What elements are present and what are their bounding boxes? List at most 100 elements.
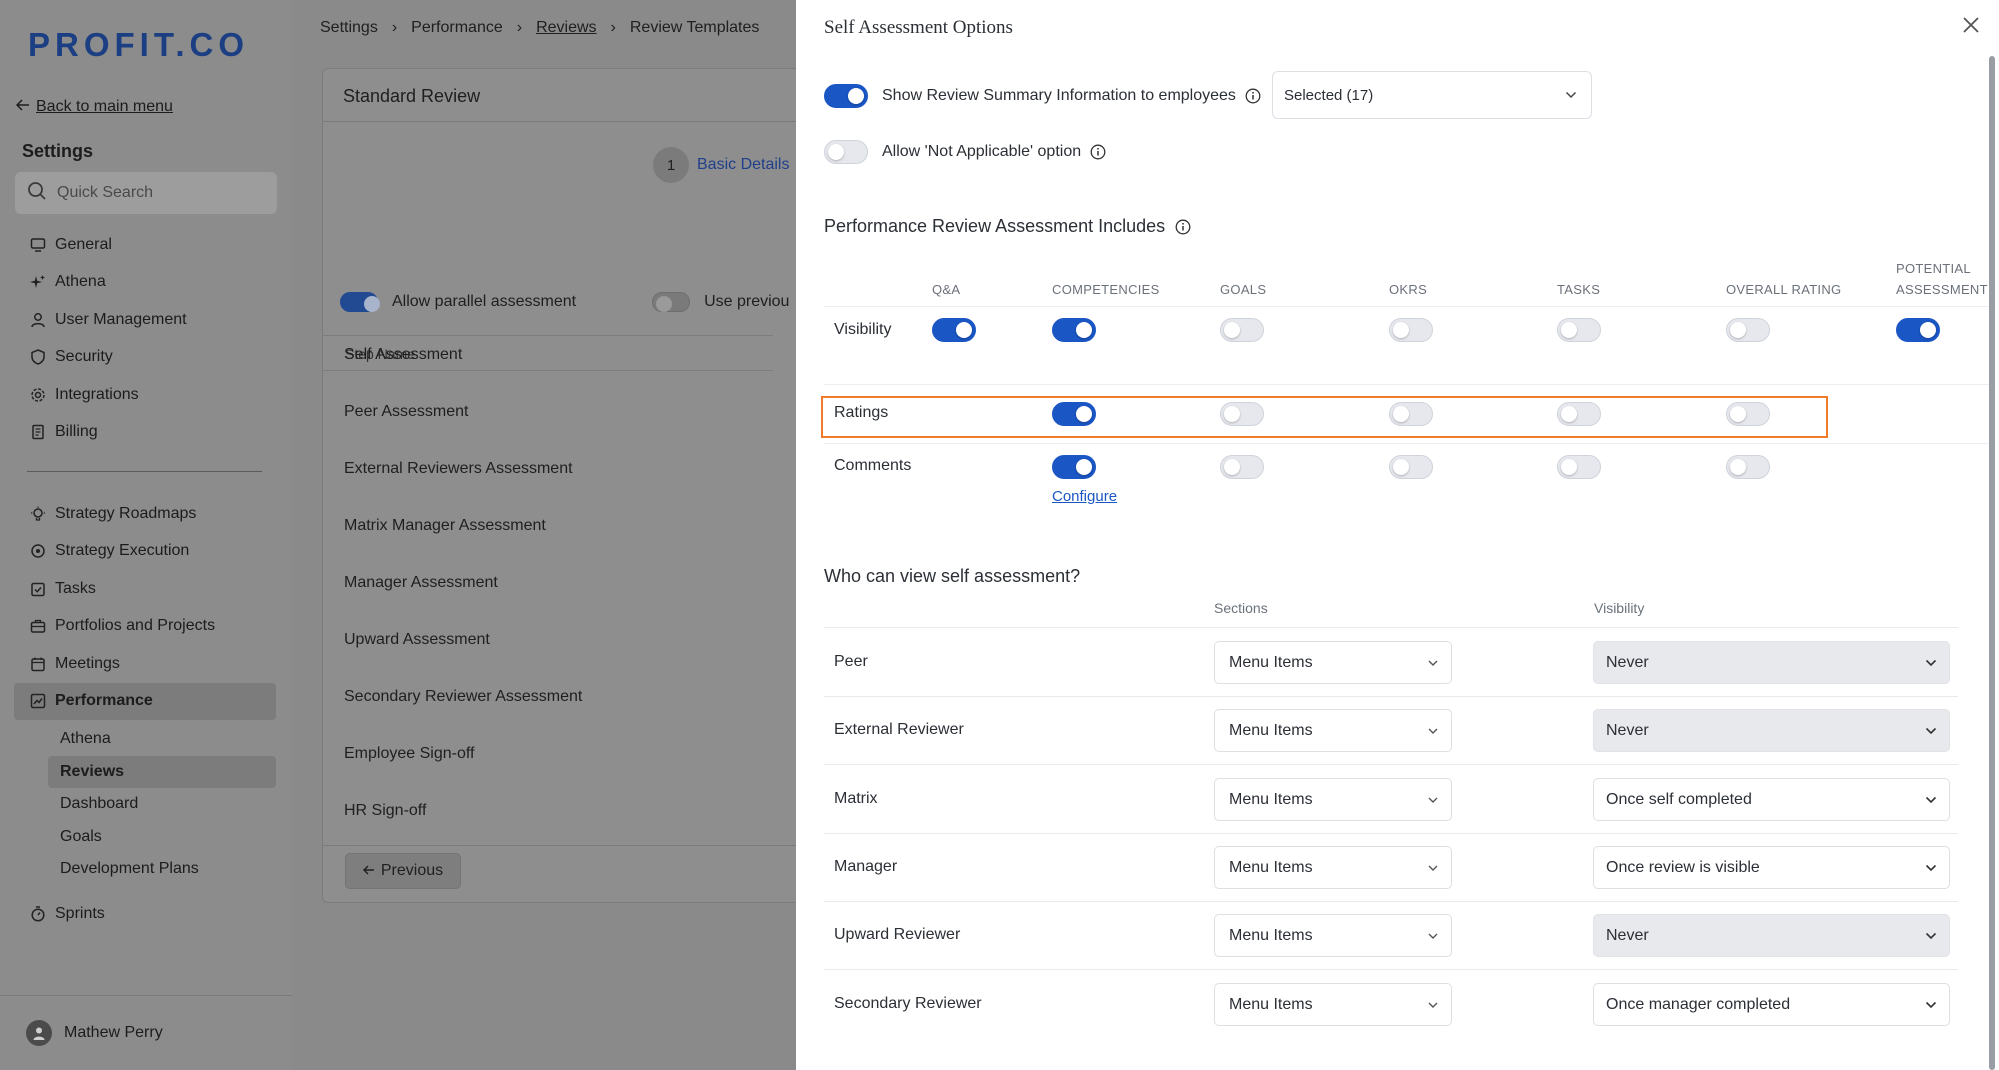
manager-visibility-dropdown[interactable]: Once review is visible <box>1593 846 1950 889</box>
dropdown-value: Once review is visible <box>1606 858 1760 876</box>
ratings-okrs-toggle[interactable] <box>1389 402 1433 426</box>
quick-search-input[interactable] <box>57 184 257 202</box>
comments-okrs-toggle[interactable] <box>1389 455 1433 479</box>
sidebar-item-performance[interactable]: Performance <box>14 682 276 720</box>
close-button[interactable] <box>1958 14 1984 40</box>
comments-tasks-toggle[interactable] <box>1557 455 1601 479</box>
previous-button[interactable]: Previous <box>345 853 461 889</box>
ratings-competencies-toggle[interactable] <box>1052 402 1096 426</box>
sidebar-item-label: Tasks <box>55 579 96 597</box>
manager-sections-dropdown[interactable]: Menu Items <box>1214 846 1452 889</box>
sidebar-item-sprints[interactable]: Sprints <box>14 896 276 934</box>
ratings-tasks-toggle[interactable] <box>1557 402 1601 426</box>
show-summary-toggle[interactable] <box>824 84 868 108</box>
breadcrumb-reviews[interactable]: Reviews <box>536 19 596 37</box>
matrix-visibility-dropdown[interactable]: Once self completed <box>1593 778 1950 821</box>
visibility-potential-assessment-toggle[interactable] <box>1896 318 1940 342</box>
visibility-goals-toggle[interactable] <box>1220 318 1264 342</box>
visibility-okrs-toggle[interactable] <box>1389 318 1433 342</box>
list-item[interactable]: Secondary Reviewer Assessment <box>344 668 582 725</box>
visibility-overall-rating-toggle[interactable] <box>1726 318 1770 342</box>
ratings-overall-rating-toggle[interactable] <box>1726 402 1770 426</box>
sidebar-item-integrations[interactable]: Integrations <box>14 376 276 414</box>
sidebar-item-label: Billing <box>55 423 98 441</box>
dropdown-value: Once manager completed <box>1606 995 1791 1013</box>
sidebar-item-general[interactable]: General <box>14 226 276 264</box>
sidebar-item-tasks[interactable]: Tasks <box>14 570 276 608</box>
sidebar-item-athena[interactable]: Athena <box>14 264 276 302</box>
sidebar-item-strategy-roadmaps[interactable]: Strategy Roadmaps <box>14 495 276 533</box>
step-number: 1 <box>653 147 689 183</box>
use-previous-label: Use previou <box>704 293 790 310</box>
comments-goals-toggle[interactable] <box>1220 455 1264 479</box>
use-previous-toggle[interactable] <box>652 292 691 312</box>
stopwatch-icon <box>30 906 46 922</box>
dropdown-value: Menu Items <box>1229 653 1313 671</box>
list-item[interactable]: Upward Assessment <box>344 611 582 668</box>
chevron-down-icon <box>1427 932 1439 940</box>
matrix-sections-dropdown[interactable]: Menu Items <box>1214 778 1452 821</box>
upward-reviewer-visibility-dropdown[interactable]: Never <box>1593 914 1950 957</box>
sidebar-subitem-athena[interactable]: Athena <box>14 723 276 756</box>
list-item[interactable]: HR Sign-off <box>344 782 582 839</box>
user-profile[interactable]: Mathew Perry <box>0 995 292 1070</box>
configure-link[interactable]: Configure <box>1052 488 1117 505</box>
sidebar-item-label: Meetings <box>55 654 120 672</box>
card-title: Standard Review <box>343 86 481 106</box>
comments-overall-rating-toggle[interactable] <box>1726 455 1770 479</box>
list-item[interactable]: Peer Assessment <box>344 383 582 440</box>
quick-search[interactable] <box>15 172 277 214</box>
parallel-assessment-toggle[interactable] <box>340 292 380 312</box>
info-icon[interactable] <box>1090 144 1106 160</box>
show-summary-label: Show Review Summary Information to emplo… <box>882 87 1236 104</box>
list-item[interactable]: Employee Sign-off <box>344 725 582 782</box>
list-item[interactable]: Matrix Manager Assessment <box>344 497 582 554</box>
breadcrumb-settings[interactable]: Settings <box>320 19 378 37</box>
list-item[interactable]: Self Assessment <box>344 326 582 383</box>
allow-na-toggle[interactable] <box>824 140 868 164</box>
search-icon <box>27 181 47 206</box>
external-reviewer-visibility-dropdown[interactable]: Never <box>1593 709 1950 752</box>
bulb-icon <box>30 506 46 522</box>
visibility-qa-toggle[interactable] <box>932 318 976 342</box>
secondary-reviewer-visibility-dropdown[interactable]: Once manager completed <box>1593 983 1950 1026</box>
ratings-goals-toggle[interactable] <box>1220 402 1264 426</box>
sidebar-subitem-development-plans[interactable]: Development Plans <box>14 853 276 886</box>
list-item[interactable]: Manager Assessment <box>344 554 582 611</box>
step-basic-details[interactable]: Basic Details <box>697 156 789 174</box>
sidebar-item-user-management[interactable]: User Management <box>14 301 276 339</box>
gear-icon <box>30 387 46 403</box>
sidebar-item-security[interactable]: Security <box>14 339 276 377</box>
sidebar-item-strategy-execution[interactable]: Strategy Execution <box>14 533 276 571</box>
peer-sections-dropdown[interactable]: Menu Items <box>1214 641 1452 684</box>
sidebar-subitem-dashboard[interactable]: Dashboard <box>14 788 276 821</box>
sidebar-subitem-goals[interactable]: Goals <box>14 821 276 854</box>
column-header-goals: GOALS <box>1220 282 1267 297</box>
info-icon[interactable] <box>1245 88 1261 104</box>
visibility-competencies-toggle[interactable] <box>1052 318 1096 342</box>
breadcrumb-separator: › <box>610 19 616 36</box>
chevron-down-icon <box>1427 864 1439 872</box>
dropdown-value: Never <box>1606 926 1649 944</box>
sidebar-subitem-reviews[interactable]: Reviews <box>48 755 276 788</box>
comments-competencies-toggle[interactable] <box>1052 455 1096 479</box>
breadcrumb-performance[interactable]: Performance <box>411 19 503 37</box>
column-header-tasks: TASKS <box>1557 282 1601 297</box>
back-to-main-menu-link[interactable]: Back to main menu <box>15 98 173 116</box>
who-row-manager-label: Manager <box>834 858 898 875</box>
peer-visibility-dropdown[interactable]: Never <box>1593 641 1950 684</box>
previous-button-label: Previous <box>380 862 444 879</box>
secondary-reviewer-sections-dropdown[interactable]: Menu Items <box>1214 983 1452 1026</box>
divider <box>824 764 1958 765</box>
sidebar-item-portfolios[interactable]: Portfolios and Projects <box>14 608 276 646</box>
upward-reviewer-sections-dropdown[interactable]: Menu Items <box>1214 914 1452 957</box>
info-icon[interactable] <box>1175 219 1191 235</box>
sidebar-item-billing[interactable]: Billing <box>14 414 276 452</box>
sidebar-item-label: Strategy Execution <box>55 542 190 560</box>
sidebar-item-meetings[interactable]: Meetings <box>14 645 276 683</box>
external-reviewer-sections-dropdown[interactable]: Menu Items <box>1214 709 1452 752</box>
visibility-tasks-toggle[interactable] <box>1557 318 1601 342</box>
scrollbar[interactable] <box>1989 56 1995 1070</box>
summary-select[interactable]: Selected (17) <box>1272 71 1592 119</box>
list-item[interactable]: External Reviewers Assessment <box>344 440 582 497</box>
